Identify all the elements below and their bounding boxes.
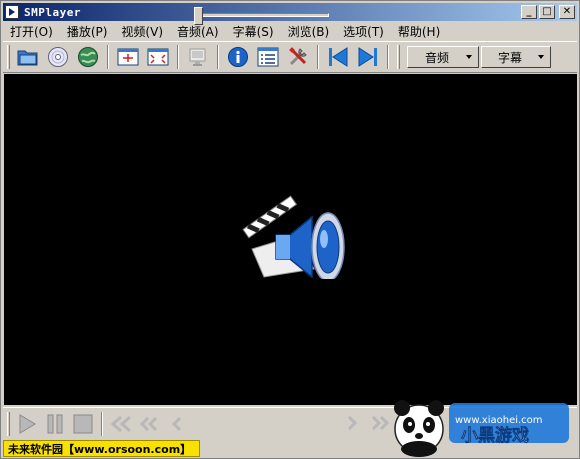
- pause-icon: [47, 414, 63, 433]
- menu-help[interactable]: 帮助(H): [391, 23, 447, 40]
- chevron-right-icon: [347, 415, 358, 431]
- menu-options[interactable]: 选项(T): [336, 23, 391, 40]
- menu-subtitles[interactable]: 字幕(S): [226, 23, 281, 40]
- rewind-icon: [139, 416, 158, 431]
- screenshot-icon: [189, 48, 206, 66]
- rewind-fast-icon: [110, 415, 131, 432]
- fullscreen-icon: [147, 48, 169, 66]
- subtitle-track-label: 字幕: [497, 50, 522, 65]
- menu-audio[interactable]: 音频(A): [170, 23, 226, 40]
- toolbar-separator: [107, 45, 109, 69]
- chevron-down-icon: [466, 55, 472, 59]
- fullscreen-button[interactable]: [145, 44, 171, 70]
- controlbar-separator: [101, 411, 103, 436]
- chevron-down-icon: [538, 55, 544, 59]
- smplayer-logo-icon: [242, 195, 345, 279]
- open-url-button[interactable]: [75, 44, 101, 70]
- title-bar[interactable]: SMPlayer _ □ ✕: [3, 3, 577, 21]
- rewind-button[interactable]: [137, 412, 161, 436]
- playlist-button[interactable]: [255, 44, 281, 70]
- app-icon: [5, 5, 19, 19]
- play-button[interactable]: [15, 412, 39, 436]
- toolbar-grip[interactable]: [7, 45, 10, 69]
- close-button[interactable]: ✕: [559, 5, 575, 19]
- tools-icon: [289, 47, 307, 66]
- subtitle-track-combo[interactable]: 字幕: [481, 46, 551, 68]
- menu-browse[interactable]: 浏览(B): [281, 23, 337, 40]
- menu-video[interactable]: 视频(V): [114, 23, 170, 40]
- stop-icon: [73, 414, 93, 433]
- info-button[interactable]: [225, 44, 251, 70]
- window-frame-icon: [117, 48, 139, 66]
- seek-slider-handle[interactable]: [194, 7, 203, 25]
- watermark-logo-icon: www.xiaohei.com 小黑游戏: [394, 400, 569, 457]
- minimize-button[interactable]: _: [521, 5, 537, 19]
- step-forward-button[interactable]: [340, 411, 364, 435]
- menu-play[interactable]: 播放(P): [60, 23, 115, 40]
- screenshot-button[interactable]: [185, 44, 211, 70]
- next-button[interactable]: [355, 44, 381, 70]
- window-title: SMPlayer: [24, 5, 81, 19]
- preferences-button[interactable]: [285, 44, 311, 70]
- seek-slider-track[interactable]: [194, 13, 329, 17]
- audio-track-combo[interactable]: 音频: [407, 46, 479, 68]
- forward-controls: [338, 411, 394, 435]
- controlbar-grip[interactable]: [7, 411, 10, 436]
- watermark-brand: 小黑游戏: [461, 425, 529, 446]
- folder-icon: [17, 50, 38, 66]
- toolbar-grip[interactable]: [397, 45, 400, 69]
- play-icon: [19, 413, 36, 434]
- fast-forward-icon: [371, 415, 390, 431]
- watermark-url: www.xiaohei.com: [455, 415, 543, 426]
- audio-track-label: 音频: [424, 50, 449, 65]
- disc-icon: [48, 47, 68, 67]
- skip-previous-icon: [329, 47, 348, 67]
- pause-button[interactable]: [43, 412, 67, 436]
- skip-next-icon: [358, 47, 377, 67]
- list-icon: [257, 47, 279, 67]
- video-display[interactable]: [4, 74, 577, 405]
- menu-bar: 打开(O) 播放(P) 视频(V) 音频(A) 字幕(S) 浏览(B) 选项(T…: [3, 22, 577, 40]
- toolbar-separator: [387, 45, 389, 69]
- main-toolbar: 音频 字幕: [3, 41, 577, 73]
- rewind-far-button[interactable]: [109, 412, 133, 436]
- toolbar-separator: [177, 45, 179, 69]
- window-controls: _ □ ✕: [521, 5, 575, 19]
- info-icon: [228, 47, 248, 67]
- open-file-button[interactable]: [15, 44, 41, 70]
- stop-button[interactable]: [71, 412, 95, 436]
- open-disc-button[interactable]: [45, 44, 71, 70]
- toolbar-separator: [217, 45, 219, 69]
- menu-open[interactable]: 打开(O): [3, 23, 60, 40]
- globe-icon: [78, 47, 98, 67]
- smplayer-window: SMPlayer _ □ ✕ 打开(O) 播放(P) 视频(V) 音频(A) 字…: [0, 0, 580, 459]
- compact-mode-button[interactable]: [115, 44, 141, 70]
- maximize-button[interactable]: □: [539, 5, 555, 19]
- step-back-button[interactable]: [165, 412, 189, 436]
- toolbar-separator: [317, 45, 319, 69]
- status-text: 未来软件园【www.orsoon.com】: [3, 440, 201, 457]
- previous-button[interactable]: [325, 44, 351, 70]
- chevron-left-icon: [171, 416, 182, 431]
